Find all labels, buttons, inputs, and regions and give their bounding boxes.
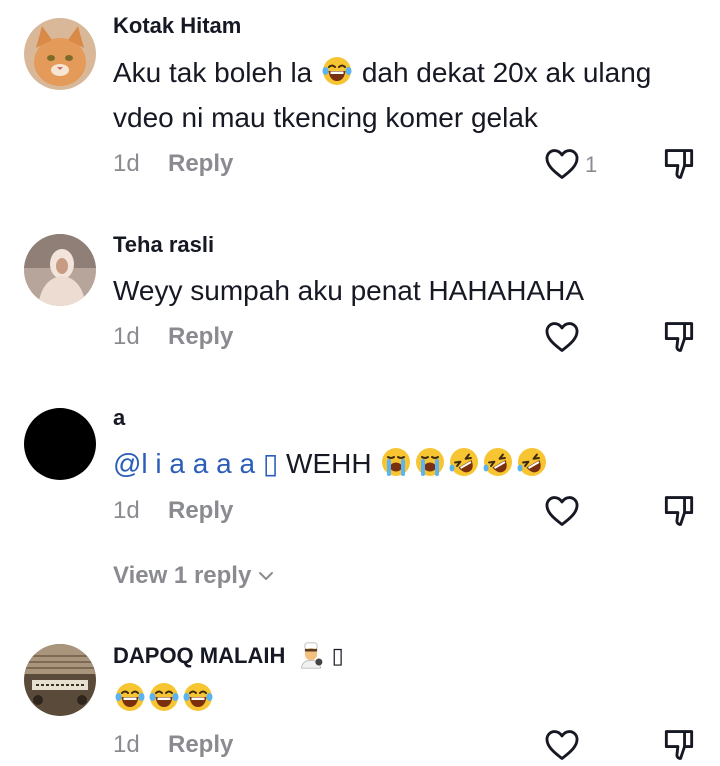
username[interactable]: a [113,405,125,431]
reply-button[interactable]: Reply [168,497,233,525]
comment-text [113,676,693,721]
username-suffix: ▯ [331,643,344,668]
loudly-crying-emoji-icon [380,446,412,478]
woman-avatar-image [24,234,96,306]
heart-icon[interactable] [543,145,581,183]
reply-button[interactable]: Reply [168,323,233,351]
avatar[interactable] [24,18,96,90]
comment-text-part: Aku tak boleh la [113,57,313,88]
chevron-down-icon [258,572,273,580]
avatar[interactable] [24,644,96,716]
comment-text: Weyy sumpah aku penat HAHAHAHA [113,275,585,306]
heart-icon[interactable] [543,726,581,764]
loudly-crying-emoji-icon [414,446,446,478]
dislike-icon[interactable] [660,726,698,764]
reply-button[interactable]: Reply [168,731,233,759]
comment-time: 1d [113,497,140,524]
cat-avatar-image [24,18,96,90]
dislike-icon[interactable] [660,492,698,530]
rolling-laughing-emoji-icon [516,446,548,478]
rolling-laughing-emoji-icon [482,446,514,478]
username[interactable]: Teha rasli [113,232,214,258]
radio-avatar-image [24,644,96,716]
tears-of-joy-emoji-icon [182,681,214,713]
tears-of-joy-emoji-icon [148,681,180,713]
heart-icon[interactable] [543,318,581,356]
mention-link[interactable]: @l i a a a a [113,448,255,479]
comment-time: 1d [113,731,140,758]
view-replies-label: View 1 reply [113,562,252,589]
heart-icon[interactable] [543,492,581,530]
username-text: DAPOQ MALAIH [113,643,286,668]
tears-of-joy-emoji-icon [114,681,146,713]
rolling-laughing-emoji-icon [448,446,480,478]
avatar[interactable] [24,234,96,306]
username[interactable]: Kotak Hitam [113,13,241,39]
comment-text-part: WEHH [286,448,372,479]
cook-emoji-icon [297,641,325,669]
reply-button[interactable]: Reply [168,150,233,178]
comment-time: 1d [113,150,140,177]
view-replies-button[interactable]: View 1 reply [113,562,274,590]
dislike-icon[interactable] [660,145,698,183]
comment-time: 1d [113,323,140,350]
comment-text: Aku tak boleh la dah dekat 20x ak ulang … [113,50,693,140]
mention-suffix: ▯ [262,448,279,479]
avatar[interactable] [24,408,96,480]
username[interactable]: DAPOQ MALAIH ▯ [113,641,344,669]
dislike-icon[interactable] [660,318,698,356]
like-count: 1 [585,152,598,177]
comment-text: @l i a a a a ▯ WEHH [113,441,693,486]
tears-of-joy-emoji-icon [321,55,353,87]
